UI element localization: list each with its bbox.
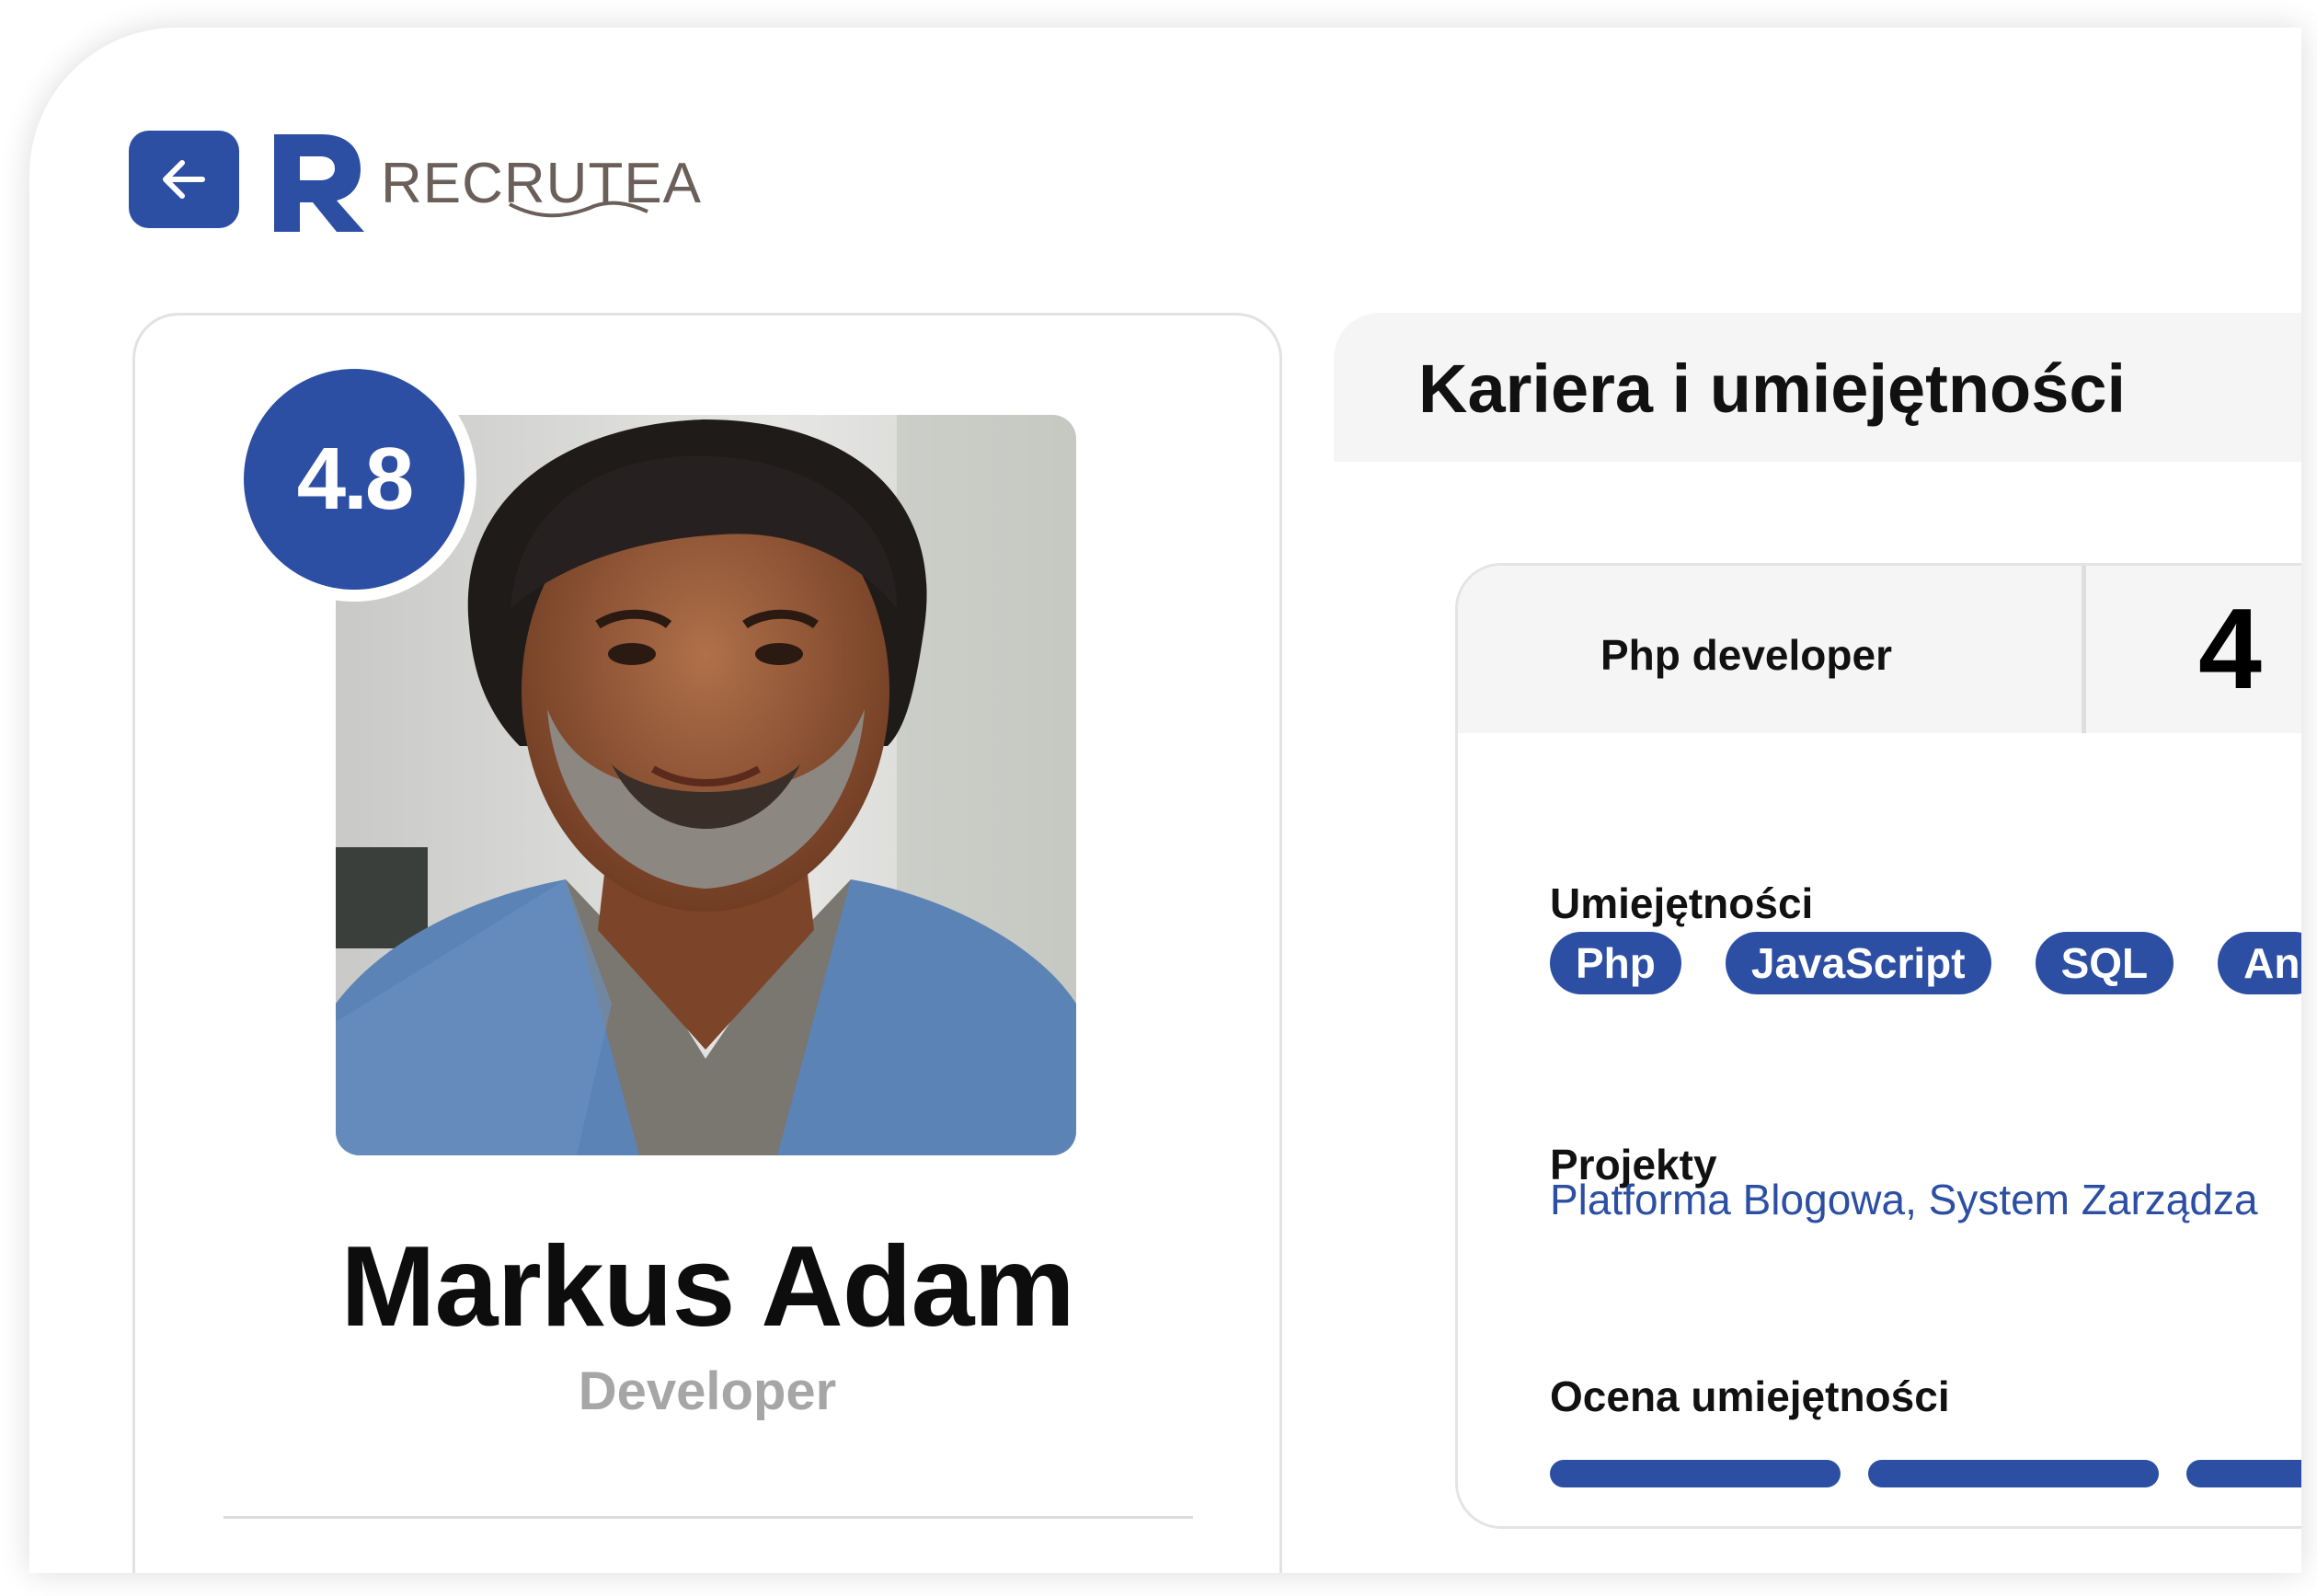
career-summary: Php developer 4 [1458,566,2301,733]
position-name: Php developer [1600,631,1892,679]
section-header: Kariera i umiejętności [1334,313,2301,462]
back-button[interactable] [129,131,239,228]
rating-value: 4.8 [244,369,465,590]
skills-label: Umiejętności [1550,879,1814,927]
skill-tag: An [2218,932,2301,994]
skill-tag: JavaScript [1725,932,1991,994]
app-window: RECRUTEA 4.8 Markus Adam Developer Karie… [29,28,2301,1573]
profile-card: 4.8 Markus Adam Developer [132,313,1282,1573]
assessment-label: Ocena umiejętności [1550,1372,1950,1420]
career-card: Php developer 4 Umiejętności Php JavaScr… [1455,563,2301,1529]
experience-years: 4 [2198,586,2262,713]
divider [2082,566,2086,733]
skills-tags: Php JavaScript SQL An [1550,932,2301,994]
assessment-bar [1550,1460,1841,1487]
assessment-bar [2186,1460,2301,1487]
skill-tag: SQL [2035,932,2174,994]
skill-tag: Php [1550,932,1681,994]
divider [224,1516,1193,1519]
recrutea-logo-icon [274,134,364,232]
projects-list[interactable]: Platforma Blogowa, System Zarządza [1550,1175,2258,1224]
candidate-role: Developer [578,1361,837,1421]
assessment-bar [1868,1460,2159,1487]
arrow-left-icon [163,160,205,199]
section-title: Kariera i umiejętności [1418,350,2127,427]
skill-assessment-bars [1550,1460,2301,1487]
rating-badge: 4.8 [232,357,476,602]
candidate-name: Markus Adam [340,1223,1075,1350]
logo-swoosh [509,201,648,218]
